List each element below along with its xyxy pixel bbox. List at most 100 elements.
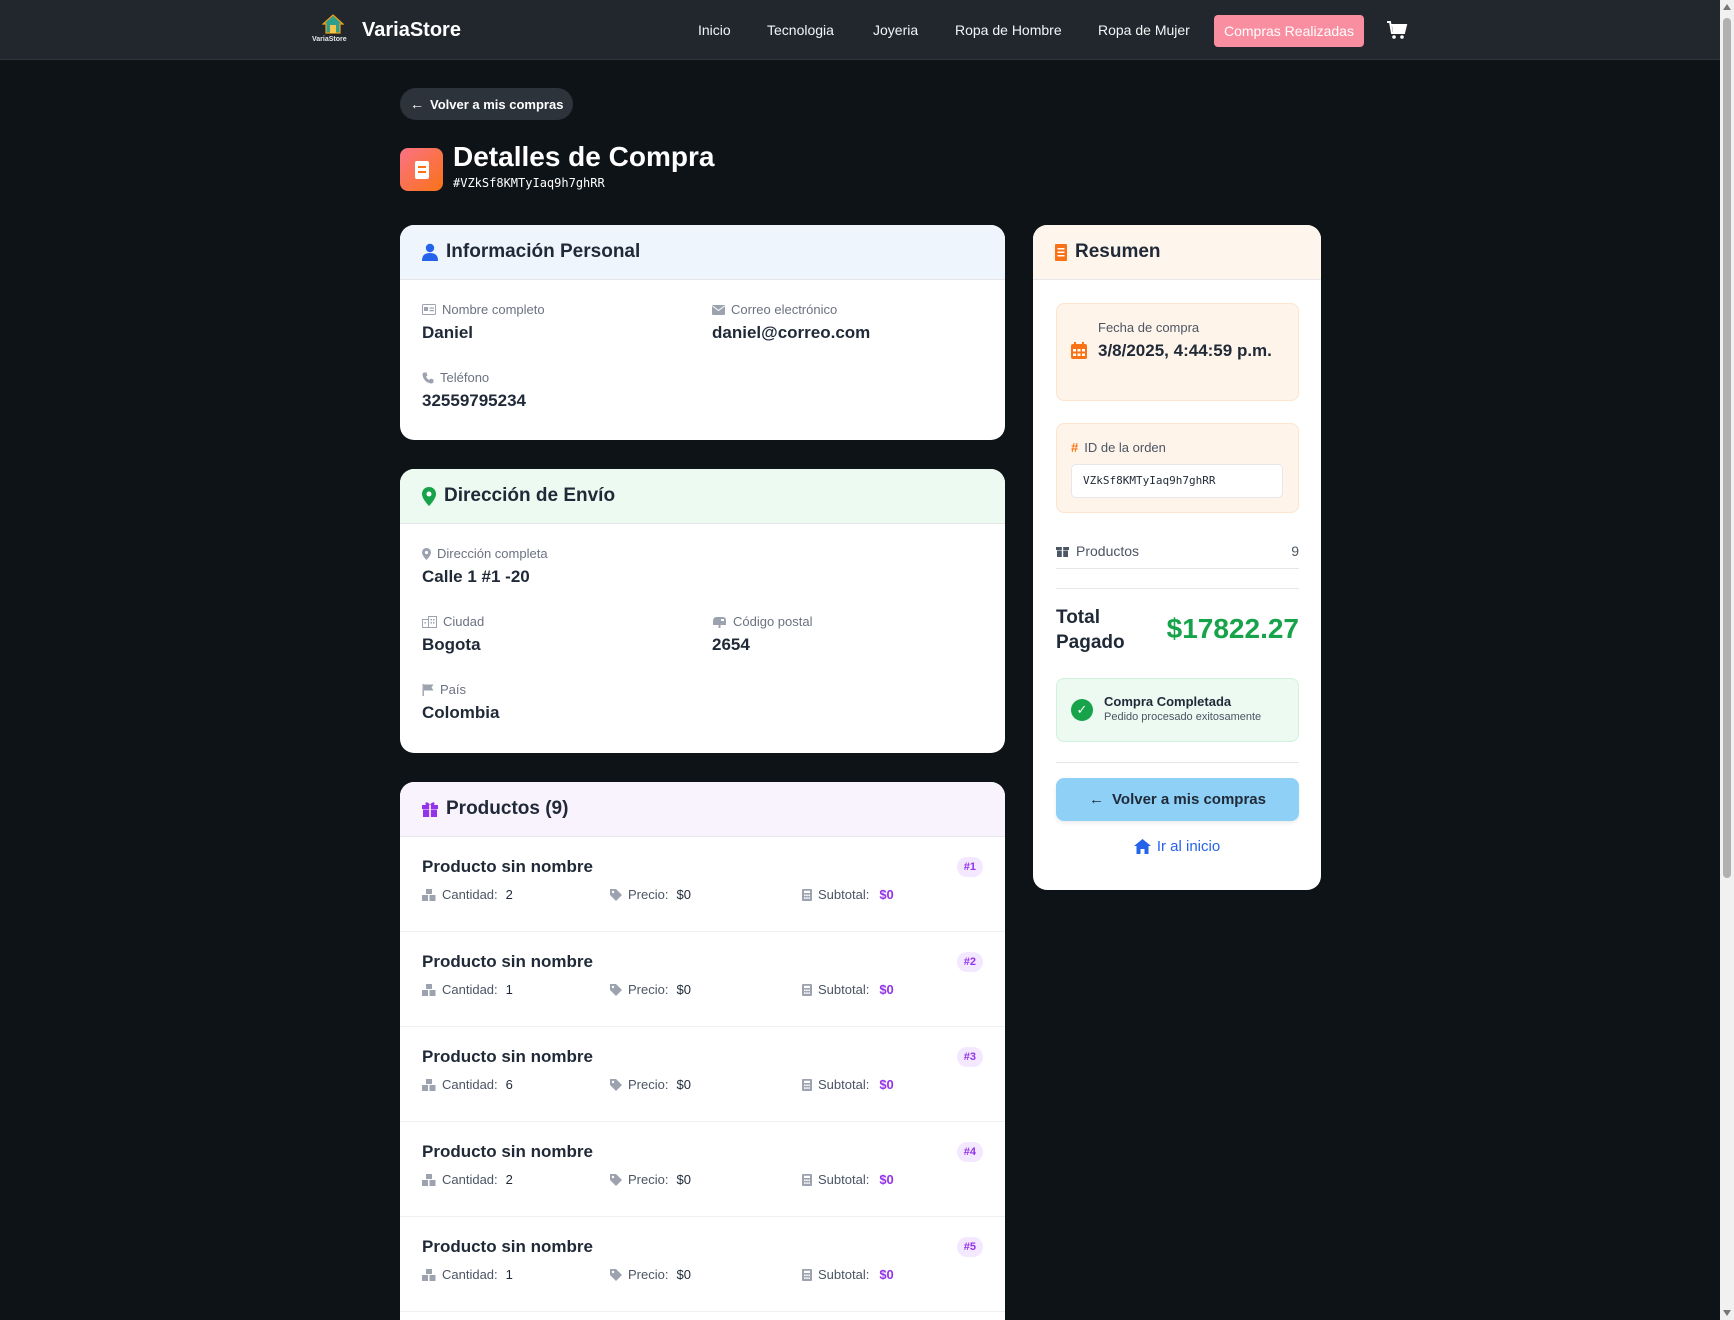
price-label: Precio: [628,1077,669,1092]
subtotal-label: Subtotal: [818,982,870,997]
price-value: $0 [676,887,691,902]
phone-icon [422,372,434,383]
price-tag-icon [610,1078,622,1091]
nav-link-ropa-mujer[interactable]: Ropa de Mujer [1098,22,1190,38]
summary-card: Resumen Fecha de compra 3/8/2025, 4:44:5… [1033,225,1321,890]
nav-link-inicio[interactable]: Inicio [698,22,731,38]
back-button-label: Volver a mis compras [1112,791,1266,808]
scrollbar-thumb[interactable] [1723,18,1731,878]
subtotal-value: $0 [879,887,894,902]
user-icon [422,243,438,261]
subtotal-value: $0 [879,1267,894,1282]
order-id-field[interactable]: VZkSf8KMTyIaq9h7ghRR [1071,464,1283,498]
calendar-icon [1071,342,1087,359]
price-value: $0 [676,1172,691,1187]
back-pill-label: Volver a mis compras [430,96,564,112]
receipt-icon [400,148,443,191]
summary-header: Resumen [1033,225,1321,280]
subtotal-value: $0 [879,1172,894,1187]
price-tag-icon [610,1173,622,1186]
location-pin-icon [422,547,431,560]
calculator-icon [802,1268,812,1281]
nav-link-tecnologia[interactable]: Tecnologia [767,22,834,38]
back-to-purchases-pill[interactable]: ← Volver a mis compras [400,88,574,120]
subtotal-label: Subtotal: [818,1267,870,1282]
order-id-label: ID de la orden [1084,440,1166,455]
cart-icon[interactable] [1386,20,1408,40]
subtotal-label: Subtotal: [818,1077,870,1092]
phone-label-row: Teléfono [422,370,526,385]
quantity-value: 1 [505,982,513,997]
products-count-label: Productos [1076,542,1140,559]
boxes-icon [422,1173,436,1186]
flag-icon [422,683,434,696]
city-value: Bogota [422,635,481,654]
status-title: Compra Completada [1104,694,1232,709]
box-icon [1056,547,1069,557]
products-card: Productos (9) Producto sin nombre #1 Canti… [400,782,1005,1320]
status-subtitle: Pedido procesado exitosamente [1104,711,1262,723]
product-index-badge: #4 [956,1142,983,1162]
brand[interactable]: VariaStore VariaStore [312,12,461,48]
price-item: Precio: $0 [610,1077,691,1092]
back-to-purchases-button[interactable]: ← Volver a mis compras [1056,778,1299,821]
go-home-link[interactable]: Ir al inicio [1033,838,1321,855]
calculator-icon [802,1078,812,1091]
page-title: Detalles de Compra [453,141,715,172]
postal-label: Código postal [733,614,813,629]
country-value: Colombia [422,703,500,722]
price-tag-icon [610,888,622,901]
summary-divider [1056,588,1299,589]
product-index-badge: #1 [956,857,983,877]
email-label: Correo electrónico [731,302,838,317]
top-navbar: VariaStore VariaStore Inicio Tecnologia … [0,0,1720,60]
price-value: $0 [676,1267,691,1282]
price-item: Precio: $0 [610,887,691,902]
order-id-box: # ID de la orden VZkSf8KMTyIaq9h7ghRR [1056,423,1299,513]
quantity-item: Cantidad: 6 [422,1077,513,1092]
brand-logo-caption: VariaStore [312,36,347,43]
boxes-icon [422,1078,436,1091]
boxes-icon [422,888,436,901]
product-row: Producto sin nombre #4 Cantidad: 2 Precio: $0… [400,1122,1005,1217]
product-meta: Cantidad: 2 Precio: $0 Subtotal: $0 [422,1172,983,1192]
total-paid-value: $17822.27 [1166,613,1299,644]
shipping-address-card: Dirección de Envío Dirección completa Ca… [400,469,1005,753]
summary-title: Resumen [1075,241,1161,262]
product-index-badge: #5 [956,1237,983,1257]
scroll-down-arrow-icon[interactable] [1723,1310,1731,1316]
name-value: Daniel [422,323,474,342]
hash-icon: # [1071,440,1079,455]
price-tag-icon [610,983,622,996]
product-name: Producto sin nombre [422,857,593,876]
calculator-icon [802,888,812,901]
product-name: Producto sin nombre [422,1047,593,1066]
nav-link-joyeria[interactable]: Joyeria [873,22,918,38]
total-paid-label: Total Pagado [1056,607,1125,653]
product-row: Producto sin nombre #3 Cantidad: 6 Precio: $0… [400,1027,1005,1122]
quantity-value: 1 [505,1267,513,1282]
postal-label-row: Código postal [712,614,813,629]
product-meta: Cantidad: 6 Precio: $0 Subtotal: $0 [422,1077,983,1097]
nav-link-compras-realizadas[interactable]: Compras Realizadas [1214,15,1364,47]
product-row: Producto sin nombre #5 Cantidad: 1 Precio: $0… [400,1217,1005,1312]
map-pin-icon [422,486,436,506]
subtotal-value: $0 [879,1077,894,1092]
nav-link-ropa-hombre[interactable]: Ropa de Hombre [955,22,1062,38]
calculator-icon [802,983,812,996]
city-label: Ciudad [443,614,485,629]
brand-logo: VariaStore [312,12,352,48]
products-title: Productos (9) [446,798,569,819]
purchase-status-box: ✓ Compra Completada Pedido procesado exi… [1056,678,1299,742]
city-buildings-icon [422,615,437,628]
quantity-item: Cantidad: 2 [422,1172,513,1187]
house-logo-icon [322,14,344,34]
price-label: Precio: [628,1267,669,1282]
quantity-label: Cantidad: [442,1172,498,1187]
price-label: Precio: [628,887,669,902]
page-scrollbar[interactable] [1720,0,1734,1320]
products-count-row: Productos 9 [1056,533,1299,569]
scroll-up-arrow-icon[interactable] [1723,4,1731,10]
brand-name[interactable]: VariaStore [362,19,461,42]
product-meta: Cantidad: 1 Precio: $0 Subtotal: $0 [422,1267,983,1287]
